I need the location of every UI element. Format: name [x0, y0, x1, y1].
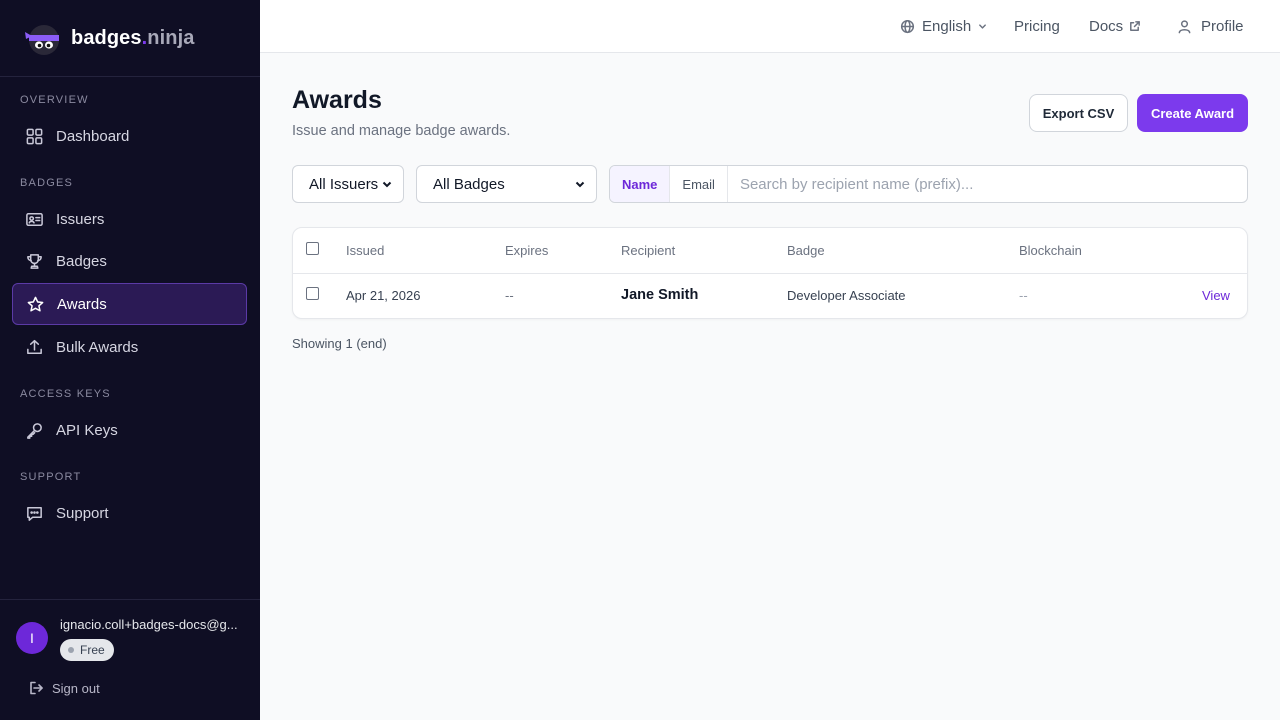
page-title: Awards	[292, 86, 382, 114]
sidebar-item-support[interactable]: Support	[12, 492, 247, 534]
search-mode-name[interactable]: Name	[610, 166, 671, 202]
awards-table: Issued Expires Recipient Badge Blockchai…	[292, 227, 1248, 319]
sidebar-item-label: Awards	[57, 295, 107, 313]
grid-icon	[24, 126, 44, 146]
cell-issued: Apr 21, 2026	[346, 288, 421, 303]
pricing-link[interactable]: Pricing	[1014, 0, 1060, 52]
sign-out-icon	[30, 681, 43, 695]
cell-badge: Developer Associate	[787, 288, 906, 303]
section-title-support: SUPPORT	[20, 471, 82, 483]
pagination-status: Showing 1 (end)	[292, 336, 387, 351]
status-dot-icon	[68, 647, 74, 653]
top-bar: English Pricing Docs Profile	[260, 0, 1280, 53]
search-mode-email[interactable]: Email	[670, 166, 728, 202]
view-award-link[interactable]: View	[1202, 288, 1230, 303]
export-csv-button[interactable]: Export CSV	[1029, 94, 1128, 132]
sidebar-item-badges[interactable]: Badges	[12, 240, 247, 282]
upload-icon	[24, 337, 44, 357]
avatar[interactable]: I	[16, 622, 48, 654]
sign-out-label: Sign out	[52, 680, 100, 696]
column-header-expires[interactable]: Expires	[505, 243, 548, 258]
docs-link[interactable]: Docs	[1089, 0, 1141, 52]
column-header-recipient[interactable]: Recipient	[621, 243, 675, 258]
sidebar-item-issuers[interactable]: Issuers	[12, 198, 247, 240]
sidebar-item-api-keys[interactable]: API Keys	[12, 409, 247, 451]
sidebar-item-bulk-awards[interactable]: Bulk Awards	[12, 326, 247, 368]
section-title-overview: OVERVIEW	[20, 94, 89, 106]
chevron-down-icon	[382, 181, 392, 188]
id-card-icon	[24, 209, 44, 229]
trophy-icon	[24, 251, 44, 271]
sidebar-item-dashboard[interactable]: Dashboard	[12, 115, 247, 157]
chat-icon	[24, 503, 44, 523]
globe-icon	[900, 19, 915, 33]
sidebar-item-label: Support	[56, 504, 109, 522]
sidebar-item-awards[interactable]: Awards	[12, 283, 247, 325]
external-link-icon	[1130, 20, 1141, 31]
column-header-blockchain[interactable]: Blockchain	[1019, 243, 1082, 258]
profile-label: Profile	[1201, 17, 1244, 35]
page-subtitle: Issue and manage badge awards.	[292, 123, 511, 139]
user-icon	[1178, 19, 1191, 33]
sidebar-item-label: Badges	[56, 252, 107, 270]
sidebar-item-label: Bulk Awards	[56, 338, 139, 356]
brand-name: badges.ninja	[71, 26, 195, 49]
chevron-down-icon	[979, 23, 987, 29]
issuer-filter-select[interactable]: All Issuers	[292, 165, 404, 203]
sidebar-item-label: Issuers	[56, 210, 105, 228]
docs-label: Docs	[1089, 17, 1124, 35]
column-header-badge[interactable]: Badge	[787, 243, 825, 258]
cell-recipient: Jane Smith	[621, 287, 699, 303]
issuer-filter-value: All Issuers	[309, 175, 379, 193]
language-selector[interactable]: English	[900, 0, 987, 52]
row-divider	[293, 273, 1247, 274]
key-icon	[24, 420, 44, 440]
search-input[interactable]	[727, 166, 1247, 202]
cell-expires: --	[505, 288, 514, 303]
user-email: ignacio.coll+badges-docs@g...	[60, 617, 238, 632]
account-panel: I ignacio.coll+badges-docs@g... Free Sig…	[0, 599, 260, 720]
badge-filter-value: All Badges	[433, 175, 505, 193]
plan-badge: Free	[60, 639, 114, 661]
recipient-search: Name Email	[609, 165, 1248, 203]
star-icon	[25, 294, 45, 314]
row-checkbox[interactable]	[306, 287, 319, 300]
chevron-down-icon	[575, 181, 585, 188]
section-title-access-keys: ACCESS KEYS	[20, 388, 111, 400]
sign-out-button[interactable]: Sign out	[28, 680, 100, 696]
column-header-issued[interactable]: Issued	[346, 243, 384, 258]
badge-filter-select[interactable]: All Badges	[416, 165, 597, 203]
sidebar: badges.ninja OVERVIEW Dashboard BADGES I…	[0, 0, 260, 720]
section-title-badges: BADGES	[20, 177, 74, 189]
sidebar-item-label: API Keys	[56, 421, 118, 439]
brand[interactable]: badges.ninja	[0, 0, 260, 77]
select-all-checkbox[interactable]	[306, 242, 319, 255]
ninja-logo-icon	[25, 25, 59, 55]
language-label: English	[922, 17, 972, 35]
sidebar-item-label: Dashboard	[56, 127, 130, 145]
create-award-button[interactable]: Create Award	[1137, 94, 1248, 132]
cell-blockchain: --	[1019, 288, 1028, 303]
profile-link[interactable]: Profile	[1177, 0, 1244, 52]
